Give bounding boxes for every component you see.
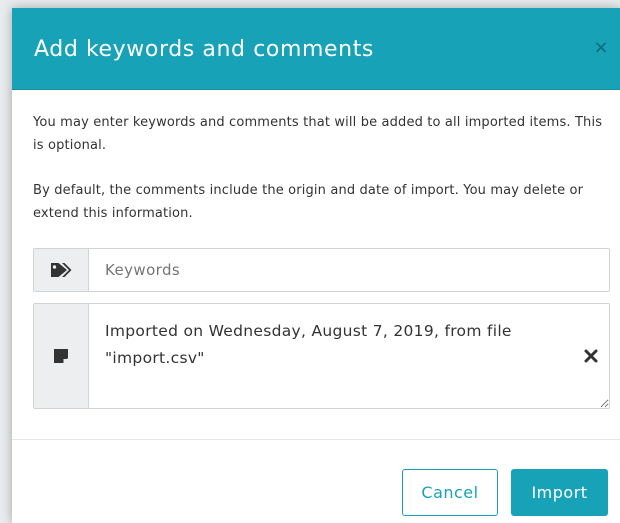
intro-text: You may enter keywords and comments that…: [33, 115, 603, 153]
keywords-input[interactable]: [90, 249, 608, 291]
comments-textarea[interactable]: Imported on Wednesday, August 7, 2019, f…: [90, 304, 609, 408]
keywords-input-group: [33, 248, 610, 292]
dialog-title: Add keywords and comments: [34, 37, 374, 62]
dialog-footer: Cancel Import: [12, 439, 620, 523]
dialog-body: You may enter keywords and comments that…: [12, 90, 620, 440]
close-icon: ×: [593, 37, 609, 58]
clear-comments-button[interactable]: [582, 347, 600, 365]
tags-icon: [51, 263, 72, 277]
times-icon: [584, 349, 598, 363]
import-button[interactable]: Import: [511, 469, 608, 516]
import-dialog: Add keywords and comments × You may ente…: [12, 8, 620, 523]
comments-addon: [34, 304, 89, 408]
keywords-addon: [34, 249, 89, 291]
close-button[interactable]: ×: [590, 37, 612, 59]
default-comments-text: By default, the comments include the ori…: [33, 183, 584, 221]
cancel-button[interactable]: Cancel: [402, 469, 498, 516]
comments-input-group: Imported on Wednesday, August 7, 2019, f…: [33, 303, 610, 409]
sticky-note-icon: [54, 349, 68, 363]
dialog-header: Add keywords and comments ×: [12, 8, 620, 90]
